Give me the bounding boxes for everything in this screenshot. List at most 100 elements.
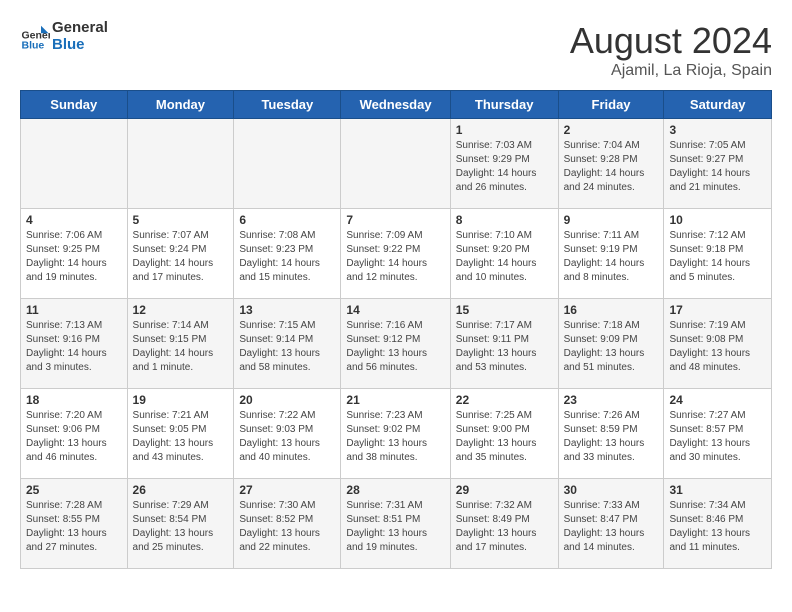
day-number: 20 [239,393,335,407]
day-number: 29 [456,483,553,497]
day-info: Sunrise: 7:34 AM Sunset: 8:46 PM Dayligh… [669,499,766,555]
day-number: 4 [26,213,122,227]
day-info: Sunrise: 7:22 AM Sunset: 9:03 PM Dayligh… [239,409,335,465]
page-header: General Blue General Blue August 2024 Aj… [20,20,772,80]
day-number: 28 [346,483,444,497]
day-number: 11 [26,303,122,317]
calendar-cell: 2 Sunrise: 7:04 AM Sunset: 9:28 PM Daylig… [558,119,664,209]
calendar-cell: 14 Sunrise: 7:16 AM Sunset: 9:12 PM Dayli… [341,299,450,389]
day-info: Sunrise: 7:25 AM Sunset: 9:00 PM Dayligh… [456,409,553,465]
day-info: Sunrise: 7:28 AM Sunset: 8:55 PM Dayligh… [26,499,122,555]
calendar-cell: 27 Sunrise: 7:30 AM Sunset: 8:52 PM Dayli… [234,479,341,569]
calendar-cell: 10 Sunrise: 7:12 AM Sunset: 9:18 PM Dayli… [664,209,772,299]
day-info: Sunrise: 7:27 AM Sunset: 8:57 PM Dayligh… [669,409,766,465]
weekday-header-friday: Friday [558,91,664,119]
day-number: 5 [133,213,229,227]
day-number: 3 [669,123,766,137]
day-number: 22 [456,393,553,407]
day-number: 13 [239,303,335,317]
day-number: 15 [456,303,553,317]
day-number: 7 [346,213,444,227]
calendar-cell: 3 Sunrise: 7:05 AM Sunset: 9:27 PM Daylig… [664,119,772,209]
calendar-cell: 22 Sunrise: 7:25 AM Sunset: 9:00 PM Dayli… [450,389,558,479]
calendar-cell: 8 Sunrise: 7:10 AM Sunset: 9:20 PM Daylig… [450,209,558,299]
week-row-5: 25 Sunrise: 7:28 AM Sunset: 8:55 PM Dayli… [21,479,772,569]
calendar-cell: 1Sunrise: 7:03 AM Sunset: 9:29 PM Daylig… [450,119,558,209]
weekday-header-thursday: Thursday [450,91,558,119]
calendar-cell: 15 Sunrise: 7:17 AM Sunset: 9:11 PM Dayli… [450,299,558,389]
day-info: Sunrise: 7:19 AM Sunset: 9:08 PM Dayligh… [669,319,766,375]
calendar-cell: 19 Sunrise: 7:21 AM Sunset: 9:05 PM Dayli… [127,389,234,479]
day-number: 25 [26,483,122,497]
day-number: 26 [133,483,229,497]
day-info: Sunrise: 7:18 AM Sunset: 9:09 PM Dayligh… [564,319,659,375]
day-info: Sunrise: 7:33 AM Sunset: 8:47 PM Dayligh… [564,499,659,555]
weekday-header-sunday: Sunday [21,91,128,119]
weekday-header-wednesday: Wednesday [341,91,450,119]
day-info: Sunrise: 7:26 AM Sunset: 8:59 PM Dayligh… [564,409,659,465]
day-info: Sunrise: 7:11 AM Sunset: 9:19 PM Dayligh… [564,229,659,285]
day-info: Sunrise: 7:29 AM Sunset: 8:54 PM Dayligh… [133,499,229,555]
day-info: Sunrise: 7:04 AM Sunset: 9:28 PM Dayligh… [564,139,659,195]
calendar-table: SundayMondayTuesdayWednesdayThursdayFrid… [20,90,772,569]
calendar-cell: 28Sunrise: 7:31 AM Sunset: 8:51 PM Dayli… [341,479,450,569]
day-info: Sunrise: 7:09 AM Sunset: 9:22 PM Dayligh… [346,229,444,285]
calendar-cell: 26 Sunrise: 7:29 AM Sunset: 8:54 PM Dayli… [127,479,234,569]
day-info: Sunrise: 7:08 AM Sunset: 9:23 PM Dayligh… [239,229,335,285]
day-info: Sunrise: 7:30 AM Sunset: 8:52 PM Dayligh… [239,499,335,555]
calendar-cell: 17Sunrise: 7:19 AM Sunset: 9:08 PM Dayli… [664,299,772,389]
calendar-cell [21,119,128,209]
day-number: 8 [456,213,553,227]
day-number: 23 [564,393,659,407]
calendar-cell: 11 Sunrise: 7:13 AM Sunset: 9:16 PM Dayli… [21,299,128,389]
calendar-cell [341,119,450,209]
day-number: 27 [239,483,335,497]
day-number: 12 [133,303,229,317]
day-number: 14 [346,303,444,317]
calendar-cell: 5 Sunrise: 7:07 AM Sunset: 9:24 PM Daylig… [127,209,234,299]
title-block: August 2024 Ajamil, La Rioja, Spain [570,20,772,80]
day-info: Sunrise: 7:21 AM Sunset: 9:05 PM Dayligh… [133,409,229,465]
day-info: Sunrise: 7:12 AM Sunset: 9:18 PM Dayligh… [669,229,766,285]
day-info: Sunrise: 7:17 AM Sunset: 9:11 PM Dayligh… [456,319,553,375]
week-row-3: 11 Sunrise: 7:13 AM Sunset: 9:16 PM Dayli… [21,299,772,389]
day-info: Sunrise: 7:07 AM Sunset: 9:24 PM Dayligh… [133,229,229,285]
day-number: 2 [564,123,659,137]
calendar-cell: 20 Sunrise: 7:22 AM Sunset: 9:03 PM Dayli… [234,389,341,479]
day-info: Sunrise: 7:14 AM Sunset: 9:15 PM Dayligh… [133,319,229,375]
logo-icon: General Blue [20,22,50,52]
calendar-cell: 18 Sunrise: 7:20 AM Sunset: 9:06 PM Dayli… [21,389,128,479]
day-info: Sunrise: 7:05 AM Sunset: 9:27 PM Dayligh… [669,139,766,195]
calendar-cell: 4 Sunrise: 7:06 AM Sunset: 9:25 PM Daylig… [21,209,128,299]
day-number: 21 [346,393,444,407]
weekday-header-monday: Monday [127,91,234,119]
day-info: Sunrise: 7:15 AM Sunset: 9:14 PM Dayligh… [239,319,335,375]
day-number: 19 [133,393,229,407]
week-row-4: 18 Sunrise: 7:20 AM Sunset: 9:06 PM Dayli… [21,389,772,479]
calendar-cell: 9 Sunrise: 7:11 AM Sunset: 9:19 PM Daylig… [558,209,664,299]
day-info: Sunrise: 7:20 AM Sunset: 9:06 PM Dayligh… [26,409,122,465]
calendar-header: SundayMondayTuesdayWednesdayThursdayFrid… [21,91,772,119]
day-number: 6 [239,213,335,227]
day-info: Sunrise: 7:16 AM Sunset: 9:12 PM Dayligh… [346,319,444,375]
calendar-cell: 13 Sunrise: 7:15 AM Sunset: 9:14 PM Dayli… [234,299,341,389]
location: Ajamil, La Rioja, Spain [570,62,772,80]
day-number: 24 [669,393,766,407]
calendar-cell: 6 Sunrise: 7:08 AM Sunset: 9:23 PM Daylig… [234,209,341,299]
svg-text:Blue: Blue [22,39,45,51]
day-number: 16 [564,303,659,317]
day-number: 18 [26,393,122,407]
calendar-cell: 23 Sunrise: 7:26 AM Sunset: 8:59 PM Dayli… [558,389,664,479]
day-number: 31 [669,483,766,497]
calendar-cell: 12 Sunrise: 7:14 AM Sunset: 9:15 PM Dayli… [127,299,234,389]
day-number: 10 [669,213,766,227]
day-number: 9 [564,213,659,227]
day-info: Sunrise: 7:06 AM Sunset: 9:25 PM Dayligh… [26,229,122,285]
weekday-header-saturday: Saturday [664,91,772,119]
calendar-cell: 24 Sunrise: 7:27 AM Sunset: 8:57 PM Dayli… [664,389,772,479]
calendar-cell: 29Sunrise: 7:32 AM Sunset: 8:49 PM Dayli… [450,479,558,569]
logo-blue: Blue [52,37,108,54]
day-info: Sunrise: 7:10 AM Sunset: 9:20 PM Dayligh… [456,229,553,285]
day-info: Sunrise: 7:23 AM Sunset: 9:02 PM Dayligh… [346,409,444,465]
day-info: Sunrise: 7:13 AM Sunset: 9:16 PM Dayligh… [26,319,122,375]
